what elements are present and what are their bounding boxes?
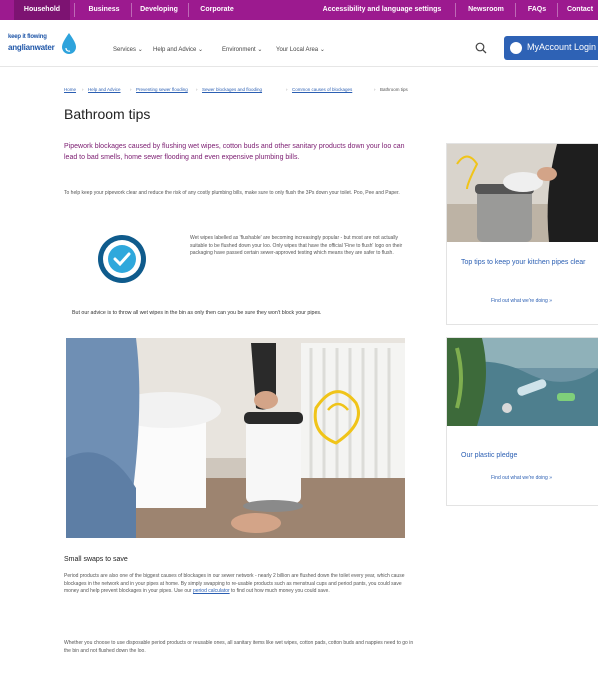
link-contact[interactable]: Contact [562, 0, 598, 20]
period-calculator-link[interactable]: period calculator [193, 588, 230, 594]
wet-wipes-text: Wet wipes labelled as 'flushable' are be… [190, 235, 403, 257]
breadcrumb-preventing[interactable]: Preventing sewer flooding [136, 87, 188, 92]
divider [131, 3, 132, 17]
swaps-paragraph: Period products are also one of the bigg… [64, 573, 414, 596]
chevron-down-icon: ⌄ [319, 47, 325, 53]
chevron-down-icon: ⌄ [137, 47, 143, 53]
card-title[interactable]: Our plastic pledge [461, 451, 589, 461]
breadcrumb-separator: › [374, 87, 376, 92]
myaccount-login-button[interactable]: MyAccount Login [504, 36, 598, 60]
link-accessibility[interactable]: Accessibility and language settings [313, 0, 451, 20]
divider [188, 3, 189, 17]
tab-business[interactable]: Business [80, 0, 128, 20]
nav-help-and-advice[interactable]: Help and Advice ⌄ [153, 46, 203, 53]
card-link[interactable]: Find out what we're doing » [491, 298, 552, 304]
link-newsroom[interactable]: Newsroom [460, 0, 512, 20]
chevron-down-icon: ⌄ [198, 47, 204, 53]
tab-developing[interactable]: Developing [134, 0, 184, 20]
breadcrumb-separator: › [286, 87, 288, 92]
closing-text: Whether you choose to use disposable per… [64, 640, 414, 654]
breadcrumb-home[interactable]: Home [64, 87, 76, 92]
breadcrumb-separator: › [130, 87, 132, 92]
kitchen-bin-photo [447, 144, 598, 242]
nav-your-local-area[interactable]: Your Local Area ⌄ [276, 46, 325, 53]
card-title[interactable]: Top tips to keep your kitchen pipes clea… [461, 258, 589, 268]
chevron-down-icon: ⌄ [257, 47, 263, 53]
nav-environment[interactable]: Environment ⌄ [222, 46, 262, 53]
breadcrumb-separator: › [82, 87, 84, 92]
fine-to-flush-logo [98, 235, 146, 283]
intro-text: To help keep your pipework clear and red… [64, 190, 400, 196]
plastic-in-water-photo [447, 338, 598, 426]
logo-tagline: keep it flowing [8, 34, 47, 40]
plastic-pledge-card[interactable]: Our plastic pledge Find out what we're d… [446, 337, 598, 506]
search-icon[interactable] [474, 41, 488, 55]
link-faqs[interactable]: FAQs [520, 0, 554, 20]
advice-text: But our advice is to throw all wet wipes… [72, 310, 322, 316]
breadcrumb-causes[interactable]: Common causes of blockages [292, 87, 352, 92]
top-bar: Household Business Developing Corporate … [0, 0, 598, 20]
lead-text: Pipework blockages caused by flushing we… [64, 143, 405, 161]
divider [515, 3, 516, 17]
site-logo[interactable]: keep it flowing anglianwater [8, 32, 78, 62]
breadcrumb-current: Bathroom tips [380, 87, 408, 92]
card-link[interactable]: Find out what we're doing » [491, 475, 552, 481]
divider [74, 3, 75, 17]
divider [557, 3, 558, 17]
page-title: Bathroom tips [64, 106, 151, 122]
tab-household[interactable]: Household [14, 0, 70, 20]
breadcrumb-help[interactable]: Help and Advice [88, 87, 121, 92]
breadcrumb-separator: › [196, 87, 198, 92]
nav-services[interactable]: Services ⌄ [113, 46, 143, 53]
logo-wordmark: anglianwater [8, 43, 55, 52]
kitchen-tips-card[interactable]: Top tips to keep your kitchen pipes clea… [446, 143, 598, 325]
bathroom-bin-photo [66, 338, 405, 538]
divider [455, 3, 456, 17]
tab-corporate[interactable]: Corporate [192, 0, 242, 20]
section-title: Small swaps to save [64, 556, 128, 563]
user-icon [510, 42, 522, 54]
water-drop-icon [62, 33, 76, 54]
breadcrumb-blockages[interactable]: Sewer blockages and flooding [202, 87, 262, 92]
swaps-text-end: to find out how much money you could sav… [231, 588, 330, 594]
